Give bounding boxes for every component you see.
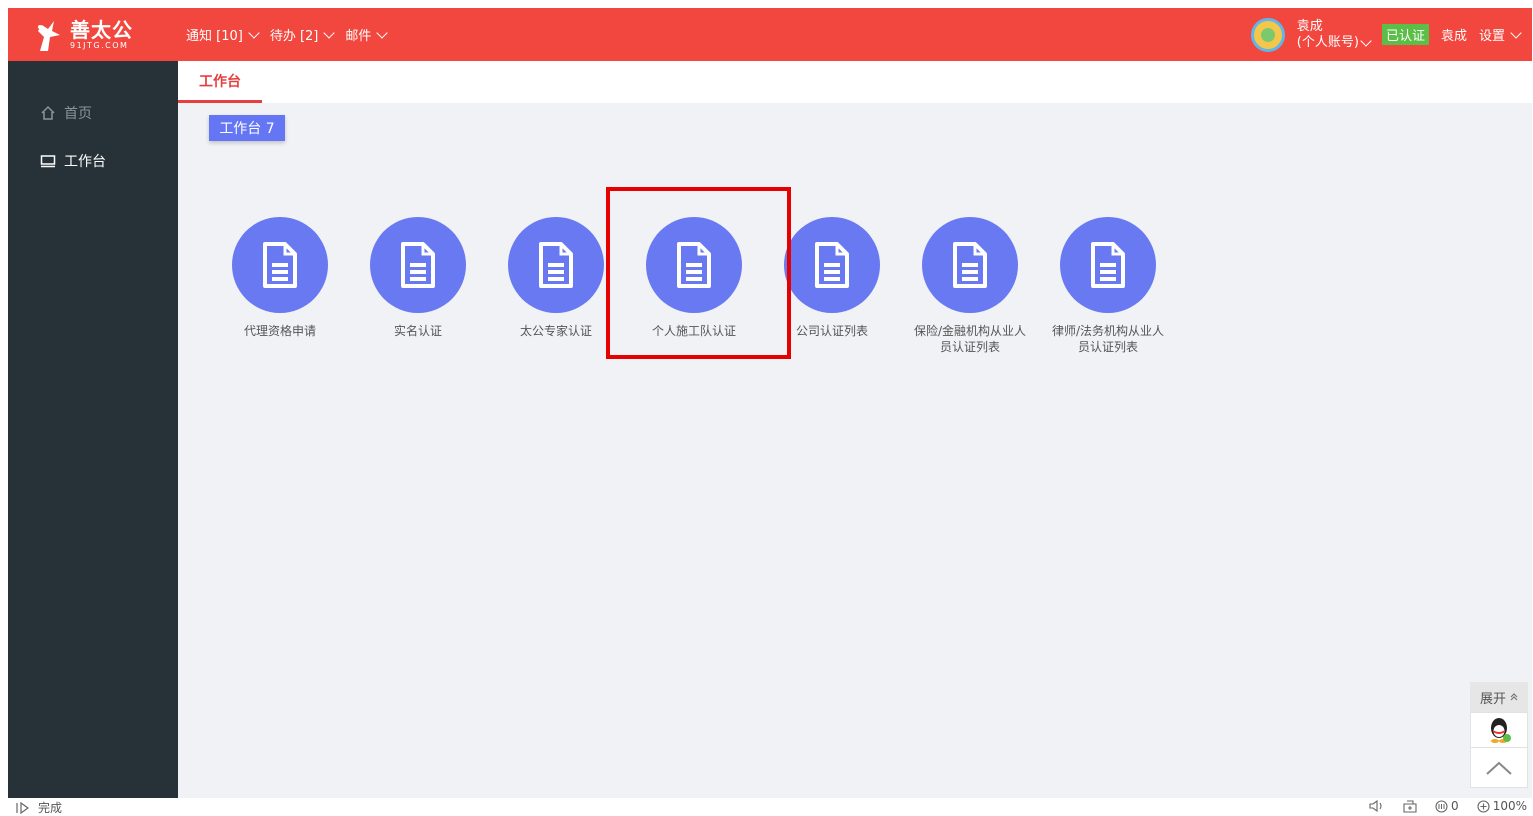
chevron-down-icon — [323, 26, 336, 39]
tile-label: 个人施工队认证 — [651, 324, 736, 338]
tile-label: 保险/金融机构从业人员认证列表 — [913, 324, 1027, 354]
workspace-label: 工作台 7 — [209, 115, 285, 141]
tile-agent-qualification[interactable]: 代理资格申请 — [215, 217, 345, 339]
tab-strip: 工作台 — [178, 61, 1532, 103]
document-icon — [677, 242, 711, 288]
tile-insurance-finance-verification-list[interactable]: 保险/金融机构从业人员认证列表 — [905, 217, 1035, 355]
tile-circle — [508, 217, 604, 313]
tile-circle — [232, 217, 328, 313]
tile-label: 太公专家认证 — [519, 324, 592, 338]
logo-title: 善太公 — [70, 18, 133, 42]
expand-label: 展开 — [1479, 691, 1506, 707]
tile-circle — [1060, 217, 1156, 313]
sidebar-item-home[interactable]: 首页 — [40, 103, 92, 123]
download-count: 0 — [1451, 799, 1459, 813]
document-icon — [401, 242, 435, 288]
chevron-up-icon — [1486, 761, 1512, 775]
logo-mark-icon — [38, 21, 60, 51]
monitor-icon — [40, 155, 56, 168]
tile-circle — [370, 217, 466, 313]
tile-label: 实名认证 — [393, 324, 442, 338]
status-bar: 完成 0 100% — [0, 798, 1533, 815]
status-text: 完成 — [38, 801, 63, 815]
tile-circle — [784, 217, 880, 313]
chevron-down-icon — [248, 26, 260, 39]
nav-todo-label: 待办 [2] — [269, 29, 319, 44]
tab-workbench[interactable]: 工作台 — [178, 61, 262, 103]
document-icon — [263, 242, 297, 288]
sidebar-item-label: 首页 — [64, 106, 92, 122]
tile-lawyer-legal-verification-list[interactable]: 律师/法务机构从业人员认证列表 — [1043, 217, 1173, 355]
top-nav: 通知 [10] 待办 [2] 邮件 — [186, 8, 389, 61]
app-window: 善太公 91JTG.COM 通知 [10] 待办 [2] 邮件 袁成 (个人账号… — [8, 8, 1532, 798]
tile-real-name-verification[interactable]: 实名认证 — [353, 217, 483, 339]
expand-button[interactable]: 展开 — [1470, 682, 1528, 712]
speaker-icon[interactable] — [1369, 800, 1385, 812]
user-menu[interactable]: 袁成 (个人账号) — [1296, 18, 1372, 51]
settings-menu[interactable]: 设置 — [1478, 25, 1522, 44]
sidebar-item-label: 工作台 — [64, 154, 106, 170]
tile-circle — [922, 217, 1018, 313]
zoom-icon — [1477, 799, 1490, 813]
settings-label: 设置 — [1478, 29, 1505, 44]
chevron-down-icon — [1510, 26, 1522, 39]
user-name: 袁成 — [1296, 18, 1323, 34]
sidebar-toggle-icon[interactable] — [16, 801, 30, 814]
document-icon — [1091, 242, 1125, 288]
qq-icon — [1491, 718, 1511, 743]
user-area: 袁成 (个人账号) 已认证 袁成 设置 — [1250, 8, 1522, 61]
nav-notifications[interactable]: 通知 [10] — [186, 25, 260, 44]
tile-label: 律师/法务机构从业人员认证列表 — [1051, 324, 1165, 354]
tile-label: 代理资格申请 — [243, 324, 316, 338]
zoom-level: 100% — [1492, 799, 1527, 813]
nav-mail-label: 邮件 — [345, 29, 372, 44]
chevron-down-icon — [1360, 34, 1372, 47]
logo-subtitle: 91JTG.COM — [70, 41, 129, 50]
chevron-down-icon — [376, 26, 389, 39]
top-bar: 善太公 91JTG.COM 通知 [10] 待办 [2] 邮件 袁成 (个人账号… — [8, 8, 1532, 61]
nav-notifications-label: 通知 [10] — [186, 29, 243, 44]
nav-mail[interactable]: 邮件 — [345, 25, 389, 44]
tile-expert-verification[interactable]: 太公专家认证 — [491, 217, 621, 339]
tile-construction-team-verification[interactable]: 个人施工队认证 — [629, 217, 759, 339]
sidebar-item-workbench[interactable]: 工作台 — [40, 151, 106, 171]
user-display-name[interactable]: 袁成 — [1441, 25, 1467, 44]
save-page-icon[interactable] — [1403, 799, 1417, 813]
nav-todo[interactable]: 待办 [2] — [269, 25, 336, 44]
back-to-top-button[interactable] — [1470, 748, 1528, 788]
logo[interactable]: 善太公 91JTG.COM — [32, 16, 152, 54]
sidebar: 首页 工作台 — [8, 61, 178, 798]
document-icon — [539, 242, 573, 288]
verified-badge: 已认证 — [1381, 24, 1429, 45]
main-content: 工作台 7 代理资格申请 实名认证 太公专家认证 个人施工队认证 公司认证列表 … — [178, 103, 1532, 798]
float-panel: 展开 — [1470, 682, 1528, 788]
avatar[interactable] — [1250, 17, 1285, 52]
document-icon — [815, 242, 849, 288]
arrow-up-icon — [1510, 693, 1518, 701]
account-type: (个人账号) — [1296, 34, 1359, 50]
download-counter[interactable]: 0 — [1435, 799, 1459, 813]
document-icon — [953, 242, 987, 288]
tile-circle — [646, 217, 742, 313]
tile-label: 公司认证列表 — [795, 324, 868, 338]
download-icon — [1435, 799, 1448, 813]
qq-button[interactable] — [1470, 712, 1528, 748]
home-icon — [41, 105, 55, 120]
zoom-control[interactable]: 100% — [1477, 799, 1527, 813]
tile-company-verification-list[interactable]: 公司认证列表 — [767, 217, 897, 339]
